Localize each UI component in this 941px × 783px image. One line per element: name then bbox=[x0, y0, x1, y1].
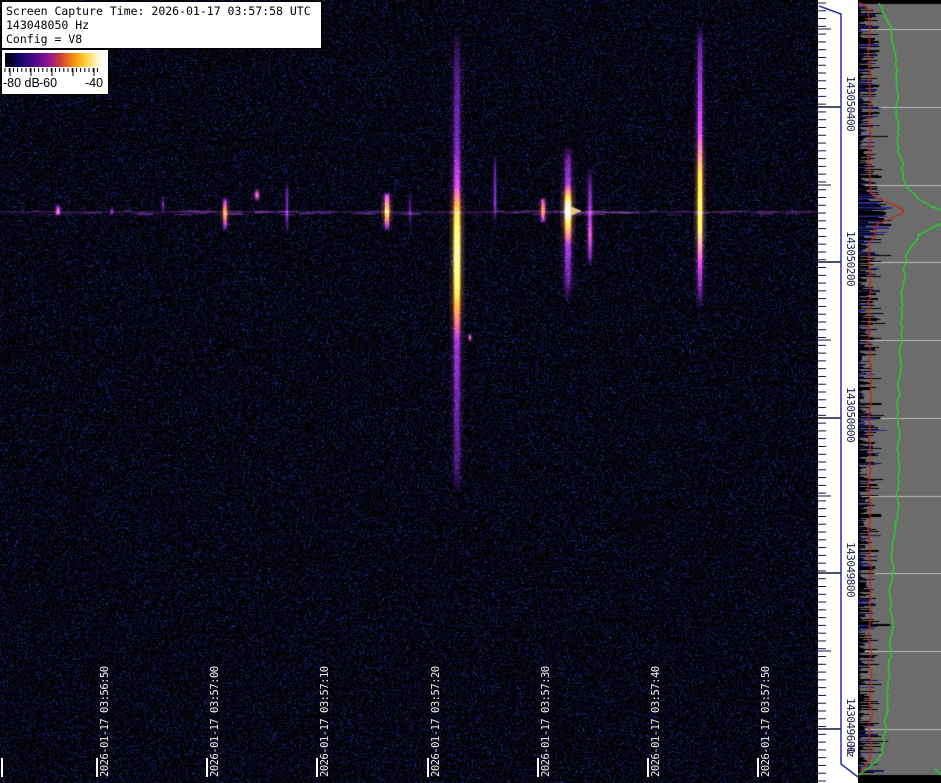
time-label: 2026-01-17 03:57:10 bbox=[319, 666, 331, 777]
config-text: Config = V8 bbox=[6, 32, 317, 46]
time-tick bbox=[316, 758, 318, 777]
intensity-colorbar-legend: -80 dB -60 -40 bbox=[1, 49, 109, 95]
frequency-label: 143049800 bbox=[844, 542, 857, 597]
time-tick bbox=[1, 758, 3, 777]
frequency-label: 143050400 bbox=[844, 76, 857, 131]
frequency-label: 143050200 bbox=[844, 231, 857, 286]
time-label: 2026-01-17 03:57:20 bbox=[430, 666, 442, 777]
frequency-unit-label: Hz bbox=[844, 745, 857, 757]
frequency-label: 143050000 bbox=[844, 387, 857, 442]
waterfall-spectrogram-canvas bbox=[0, 0, 818, 783]
spectrogram-screen-capture: 2026-01-17 03:56:50 2026-01-17 03:57:00 20… bbox=[0, 0, 941, 783]
time-tick bbox=[427, 758, 429, 777]
center-frequency-text: 143048050 Hz bbox=[6, 18, 317, 32]
time-label: 2026-01-17 03:57:50 bbox=[760, 666, 772, 777]
spectrum-side-panel-canvas bbox=[858, 0, 941, 783]
time-tick bbox=[647, 758, 649, 777]
colorbar-gradient bbox=[5, 53, 103, 67]
time-tick bbox=[96, 758, 98, 777]
capture-time-text: Screen Capture Time: 2026-01-17 03:57:58… bbox=[6, 4, 317, 18]
time-tick bbox=[206, 758, 208, 777]
colorbar-label-max: -40 bbox=[85, 76, 103, 90]
time-label: 2026-01-17 03:56:50 bbox=[99, 666, 111, 777]
time-tick bbox=[757, 758, 759, 777]
time-label: 2026-01-17 03:57:00 bbox=[209, 666, 221, 777]
time-label: 2026-01-17 03:57:30 bbox=[540, 666, 552, 777]
capture-info-box: Screen Capture Time: 2026-01-17 03:57:58… bbox=[1, 1, 322, 49]
colorbar-label-min: -80 dB bbox=[3, 76, 40, 90]
colorbar-label-mid: -60 bbox=[39, 76, 57, 90]
time-label: 2026-01-17 03:57:40 bbox=[650, 666, 662, 777]
time-tick bbox=[537, 758, 539, 777]
